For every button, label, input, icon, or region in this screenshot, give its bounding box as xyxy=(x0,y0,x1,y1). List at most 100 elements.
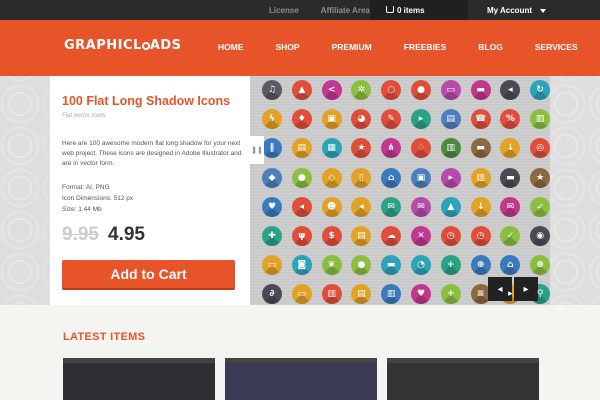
icon-glyph: ♦ xyxy=(297,114,306,125)
circle-icon: ● xyxy=(411,80,431,100)
clipboard-icon: ▤ xyxy=(351,284,372,305)
icon-glyph: ▸ xyxy=(418,114,424,125)
icon-glyph: + xyxy=(447,260,455,271)
icon-glyph: ● xyxy=(357,260,366,271)
drop-icon: ♦ xyxy=(291,109,312,130)
icon-glyph: ≡ xyxy=(476,289,485,300)
icon-glyph: ▥ xyxy=(446,143,456,154)
latest-item-thumbnail[interactable] xyxy=(387,358,539,400)
logo-o-ring xyxy=(141,42,150,50)
icon-glyph: ▥ xyxy=(327,289,336,300)
product-format: Format: AI, PNG xyxy=(62,184,110,191)
icon-glyph: $ xyxy=(328,231,335,241)
back-icon: ◂ xyxy=(291,196,312,217)
search-icon: ⚲ xyxy=(530,284,550,305)
headphones-icon: ♫ xyxy=(262,80,282,100)
icon-glyph: ★ xyxy=(536,172,545,183)
product-subtitle: Flat vector icons xyxy=(62,113,106,119)
thumbnail-band xyxy=(387,358,539,363)
close-icon: ✕ xyxy=(411,226,431,246)
icon-glyph: ○ xyxy=(387,85,396,95)
new-badge-icon: ★ xyxy=(351,138,372,159)
heart-icon: ♥ xyxy=(411,284,431,305)
diamond-icon: ◇ xyxy=(321,167,342,188)
film-icon: ▥ xyxy=(440,138,461,159)
icon-glyph: ▥ xyxy=(535,114,545,125)
nav-blog[interactable]: BLOG xyxy=(478,42,503,52)
icon-glyph: ▤ xyxy=(297,143,307,154)
latest-item-thumbnail[interactable] xyxy=(225,358,377,400)
icon-glyph: ∥ xyxy=(269,143,275,154)
nav-services[interactable]: SERVICES xyxy=(535,42,578,52)
product-panel: 100 Flat Long Shadow Icons Flat vector i… xyxy=(50,76,250,305)
location-icon: ● xyxy=(351,255,372,276)
license-link[interactable]: License xyxy=(258,6,310,15)
icon-glyph: ∂ xyxy=(269,289,275,300)
icon-glyph: ▬ xyxy=(476,143,485,154)
icon-glyph: ▥ xyxy=(476,172,485,183)
icon-glyph: ◇ xyxy=(328,172,336,183)
puzzle-icon: ✚ xyxy=(262,226,282,246)
icon-glyph: ▤ xyxy=(357,289,366,300)
icon-glyph: ↻ xyxy=(536,85,544,95)
icon-glyph: ▤ xyxy=(446,114,456,125)
icon-glyph: ⌂ xyxy=(507,260,514,271)
check-icon: ✓ xyxy=(500,226,521,246)
icon-glyph: ◉ xyxy=(536,231,545,241)
heart-icon: ♥ xyxy=(262,196,282,217)
product-title[interactable]: 100 Flat Long Shadow Icons xyxy=(62,94,230,108)
nav-premium[interactable]: PREMIUM xyxy=(332,42,372,52)
play-icon: ▸ xyxy=(411,109,431,130)
icon-glyph: ♢ xyxy=(416,143,426,154)
product-meta: Format: AI, PNG Icon Dimensions: 512 px … xyxy=(62,182,133,215)
document-icon: ▤ xyxy=(291,138,312,159)
cart-icon xyxy=(386,6,394,13)
top-links: License Affiliate Area xyxy=(258,0,381,20)
disc-icon: ◉ xyxy=(530,226,550,246)
icon-glyph: ✉ xyxy=(506,201,515,212)
lock-icon: ▣ xyxy=(321,109,342,130)
list-icon: ≡ xyxy=(470,284,491,305)
my-account-menu[interactable]: My Account xyxy=(487,0,546,20)
bulb-icon: ♢ xyxy=(411,138,431,159)
mail-icon: ✉ xyxy=(500,196,521,217)
icon-glyph: ▬ xyxy=(506,172,515,183)
old-price: 9.95 xyxy=(62,224,99,245)
icon-glyph: ✓ xyxy=(506,231,515,241)
icon-glyph: ✚ xyxy=(268,231,276,241)
icon-glyph: ✲ xyxy=(357,85,366,95)
briefcase-icon: ▬ xyxy=(381,255,402,276)
icon-glyph: ▭ xyxy=(446,85,456,95)
nav-shop[interactable]: SHOP xyxy=(276,42,300,52)
icon-glyph: ◆ xyxy=(268,172,276,183)
nav-freebies[interactable]: FREEBIES xyxy=(404,42,447,52)
clipboard-icon: ▤ xyxy=(351,226,372,246)
bag-icon: ▲ xyxy=(291,80,312,100)
skip-icon: ▸ xyxy=(440,167,461,188)
icon-glyph: ♫ xyxy=(267,85,277,95)
top-bar: License Affiliate Area 0 items My Accoun… xyxy=(0,0,600,20)
icon-glyph: ▥ xyxy=(386,289,396,300)
site-logo[interactable]: GRAPHICL ADS xyxy=(64,38,182,53)
back-icon: ◂ xyxy=(351,196,372,217)
logo-text-end: ADS xyxy=(149,38,182,53)
icon-glyph: ◂ xyxy=(299,201,305,212)
icon-glyph: ⚲ xyxy=(536,289,544,300)
money-bag-icon: $ xyxy=(321,226,342,246)
icon-glyph: ▤ xyxy=(357,231,366,241)
chevron-down-icon xyxy=(540,9,546,13)
icon-glyph: ★ xyxy=(357,143,366,154)
icon-glyph: ↓ xyxy=(476,201,485,212)
camera-icon: ◙ xyxy=(291,255,312,276)
cart-button[interactable]: 0 items xyxy=(370,0,468,20)
add-to-cart-button[interactable]: Add to Cart xyxy=(62,260,235,288)
clock-icon: ◷ xyxy=(470,226,491,246)
icon-glyph: ▲ xyxy=(298,85,306,95)
latest-item-thumbnail[interactable] xyxy=(63,358,215,400)
nav-home[interactable]: HOME xyxy=(218,42,244,52)
logo-text-start: GRAPHICL xyxy=(64,38,142,53)
triangle-icon: ▲ xyxy=(440,196,461,217)
icon-glyph: % xyxy=(505,114,515,125)
cart-count-label: 0 items xyxy=(397,5,425,15)
icon-glyph: ▭ xyxy=(267,260,277,271)
